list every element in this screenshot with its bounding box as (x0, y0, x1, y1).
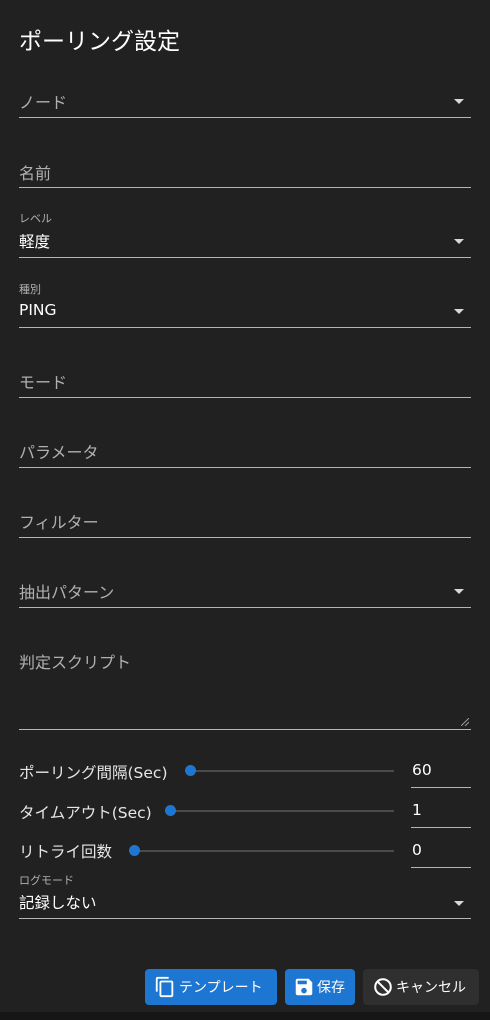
extract-pattern-placeholder: 抽出パターン (19, 583, 115, 602)
type-select[interactable]: 種別 PING (19, 281, 471, 328)
slider-thumb[interactable] (129, 845, 140, 856)
retry-value: 0 (412, 841, 422, 859)
floppy-disk-icon (295, 978, 313, 996)
timeout-row: タイムアウト(Sec) 1 (19, 791, 471, 831)
template-button[interactable]: テンプレート (145, 969, 277, 1005)
params-input[interactable]: パラメータ (19, 434, 471, 468)
polling-interval-row: ポーリング間隔(Sec) 60 (19, 751, 471, 791)
polling-settings-dialog: ポーリング設定 ノード 名前 レベル 軽度 種別 PING モード パラメータ … (0, 0, 490, 1012)
type-select-value: PING (19, 301, 57, 319)
dialog-title: ポーリング設定 (19, 29, 180, 55)
caret-down-icon (454, 309, 464, 314)
type-select-label: 種別 (19, 283, 41, 296)
copy-icon (155, 976, 174, 998)
polling-interval-slider[interactable] (185, 765, 394, 776)
polling-interval-label: ポーリング間隔(Sec) (19, 764, 168, 782)
mode-input[interactable]: モード (19, 364, 471, 398)
caret-down-icon (454, 589, 464, 594)
filter-input-placeholder: フィルター (19, 513, 99, 532)
retry-label: リトライ回数 (19, 843, 113, 861)
log-mode-label: ログモード (19, 874, 74, 887)
bottom-bar (0, 1012, 490, 1020)
params-input-placeholder: パラメータ (19, 443, 99, 462)
log-mode-value: 記録しない (19, 894, 97, 912)
name-input-placeholder: 名前 (19, 164, 52, 183)
name-input[interactable]: 名前 (19, 154, 471, 188)
caret-down-icon (454, 99, 464, 104)
block-icon (374, 978, 392, 996)
node-select[interactable]: ノード (19, 84, 471, 118)
level-select-label: レベル (19, 212, 52, 225)
level-select-value: 軽度 (19, 233, 51, 251)
resize-grip-icon[interactable] (461, 718, 469, 726)
log-mode-select[interactable]: ログモード 記録しない (19, 872, 471, 919)
level-select[interactable]: レベル 軽度 (19, 210, 471, 258)
timeout-label: タイムアウト(Sec) (19, 804, 152, 822)
save-button[interactable]: 保存 (285, 969, 355, 1005)
timeout-slider[interactable] (165, 805, 394, 816)
filter-input[interactable]: フィルター (19, 504, 471, 538)
retry-slider[interactable] (129, 845, 394, 856)
script-textarea-placeholder: 判定スクリプト (19, 653, 132, 672)
slider-thumb[interactable] (185, 765, 196, 776)
slider-thumb[interactable] (165, 805, 176, 816)
polling-interval-input[interactable]: 60 (411, 751, 471, 788)
node-select-placeholder: ノード (19, 93, 68, 112)
extract-pattern-select[interactable]: 抽出パターン (19, 574, 471, 608)
script-textarea[interactable]: 判定スクリプト (19, 644, 471, 730)
timeout-input[interactable]: 1 (411, 791, 471, 828)
cancel-button[interactable]: キャンセル (363, 969, 479, 1005)
timeout-value: 1 (412, 801, 422, 819)
template-button-label: テンプレート (179, 980, 263, 996)
save-button-label: 保存 (317, 980, 345, 996)
cancel-button-label: キャンセル (396, 980, 466, 996)
retry-row: リトライ回数 0 (19, 831, 471, 871)
caret-down-icon (454, 239, 464, 244)
mode-input-placeholder: モード (19, 373, 68, 392)
caret-down-icon (454, 901, 464, 906)
polling-interval-value: 60 (412, 761, 432, 779)
retry-input[interactable]: 0 (411, 831, 471, 868)
